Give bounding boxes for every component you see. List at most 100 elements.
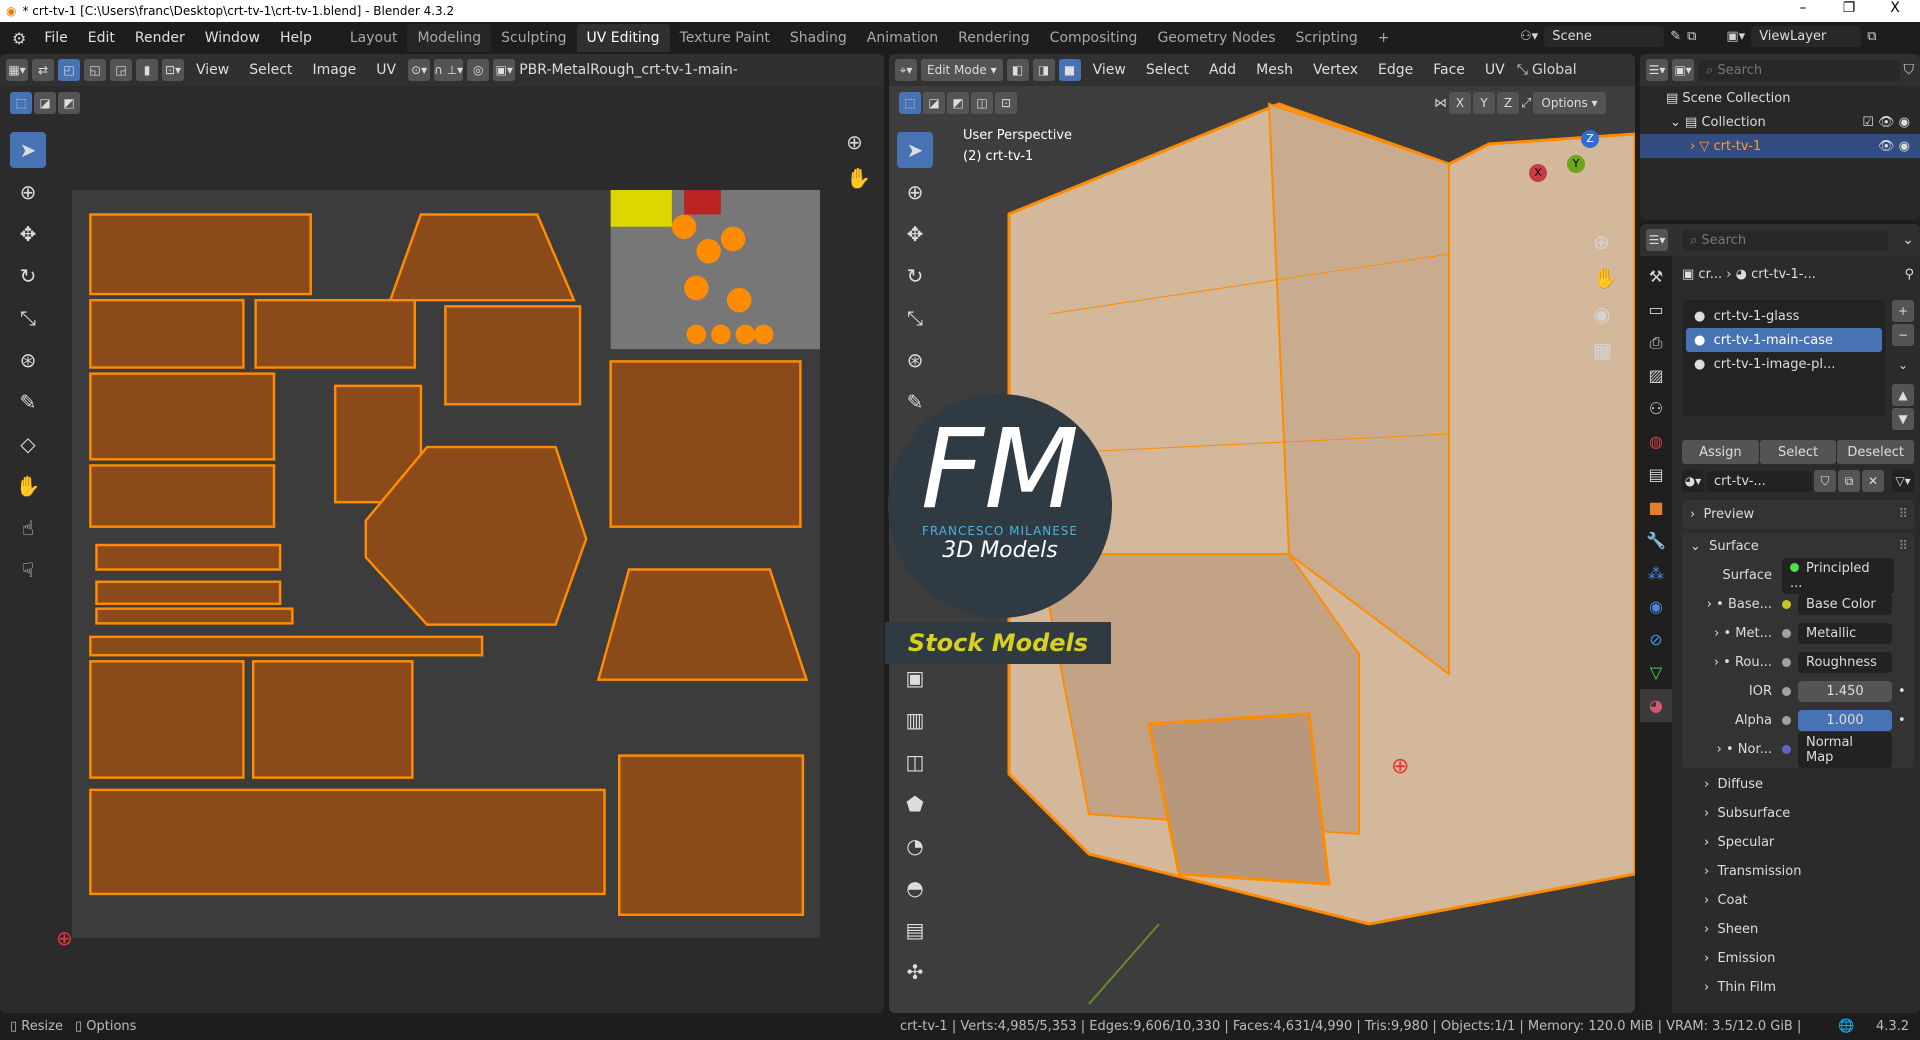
input-value-field[interactable]: 1.450 [1798,681,1892,702]
gizmo-z-axis[interactable]: Z [1581,130,1599,148]
view-layer-selector[interactable]: ViewLayer [1751,26,1862,47]
tab-compositing[interactable]: Compositing [1040,24,1148,52]
object-row-crt-tv-1[interactable]: › ▽ crt-tv-1 👁 ◉ [1640,134,1920,158]
tab-rendering[interactable]: Rendering [948,24,1040,52]
pinch-tool-icon[interactable]: ☟ [10,552,46,588]
mode-selector[interactable]: Edit Mode ▾ [921,59,1003,81]
viewport-menu-add[interactable]: Add [1201,62,1244,78]
pan-view-icon[interactable]: ✋ [1593,260,1618,296]
gizmo-x-axis[interactable]: X [1529,164,1547,182]
uv-texture-canvas[interactable] [72,190,820,938]
pivot-icon[interactable]: ⊙▾ [408,59,431,81]
link-type-icon[interactable]: ▽▾ [1892,470,1914,492]
snap-icon[interactable]: ∩ ⊥▾ [434,59,464,81]
subpanel-thin-film[interactable]: › Thin Film [1682,973,1914,1002]
loop-cut-tool-icon[interactable]: ▥ [897,702,933,738]
camera-view-icon[interactable]: ◉ [1593,296,1618,332]
select-extend-icon[interactable]: ◪ [34,92,56,114]
material-tab-icon[interactable]: ◕ [1640,689,1672,722]
deselect-button[interactable]: Deselect [1837,440,1915,464]
rotate-tool-icon[interactable]: ↻ [897,258,933,294]
rotate-tool-icon[interactable]: ↻ [10,258,46,294]
scale-tool-icon[interactable]: ⤡ [10,300,46,336]
language-icon[interactable]: 🌐 [1838,1019,1854,1034]
socket-icon[interactable] [1782,716,1791,725]
subpanel-specular[interactable]: › Specular [1682,828,1914,857]
move-slot-down-button[interactable]: ▼ [1892,408,1914,430]
vertex-mode-icon[interactable]: ◧ [1006,59,1029,81]
navigation-gizmo[interactable]: Z Y X [1529,130,1629,230]
select-tool-icon[interactable]: ➤ [897,132,933,168]
grab-tool-icon[interactable]: ✋ [10,468,46,504]
viewport-menu-mesh[interactable]: Mesh [1248,62,1301,78]
surface-panel-header[interactable]: ⌄ Surface ⠿ [1682,532,1914,561]
cursor-tool-icon[interactable]: ⊕ [10,174,46,210]
select-box-icon[interactable]: ⬚ [10,92,32,114]
material-name-field[interactable]: crt-tv-... [1706,470,1812,492]
output-tab-icon[interactable]: ⎙ [1640,326,1672,359]
transform-orientation-icon[interactable]: ⤡ [1517,62,1528,78]
subpanel-subsurface[interactable]: › Subsurface [1682,799,1914,828]
input-value-field[interactable]: Normal Map [1798,731,1892,768]
scene-tab-icon[interactable]: ⚇ [1640,392,1672,425]
uv-menu-uv[interactable]: UV [368,62,404,78]
properties-search[interactable]: ⌕ Search [1682,229,1889,251]
select-box-icon[interactable]: ⬚ [899,92,921,114]
spin-tool-icon[interactable]: ◔ [897,828,933,864]
expand-icon[interactable]: ⌄ [1670,115,1685,130]
face-select-icon[interactable]: ◲ [110,59,132,81]
world-tab-icon[interactable]: ◍ [1640,425,1672,458]
input-value-field[interactable]: Metallic [1798,623,1892,644]
image-browse-icon[interactable]: ▣▾ [493,59,516,81]
mirror-x-toggle[interactable]: X [1449,92,1471,114]
uv-menu-image[interactable]: Image [304,62,364,78]
viewport-menu-uv[interactable]: UV [1477,62,1513,78]
proportional-edit-icon[interactable]: ◎ [467,59,490,81]
fake-user-icon[interactable]: ⛉ [1814,470,1836,492]
zoom-view-icon[interactable]: ⊕ [846,130,863,154]
visibility-icons[interactable]: 👁 ◉ [1878,139,1920,154]
modifier-tab-icon[interactable]: 🔧 [1640,524,1672,557]
minimize-button[interactable]: – [1780,0,1826,16]
add-slot-button[interactable]: + [1892,300,1914,322]
blender-logo-icon[interactable]: ⚙ [12,29,26,48]
tab-uv-editing[interactable]: UV Editing [576,24,670,52]
move-slot-up-button[interactable]: ▲ [1892,384,1914,406]
move-tool-icon[interactable]: ✥ [897,216,933,252]
menu-file[interactable]: File [34,30,77,46]
gizmo-y-axis[interactable]: Y [1567,155,1585,173]
pin-icon[interactable]: ✎ [1670,29,1681,44]
sticky-select-icon[interactable]: ⊡▾ [162,59,184,81]
inset-tool-icon[interactable]: ▣ [897,660,933,696]
socket-icon[interactable] [1782,687,1791,696]
editor-type-icon[interactable]: ▦▾ [6,59,28,81]
scene-selector[interactable]: Scene [1544,26,1665,47]
remove-slot-button[interactable]: − [1892,324,1914,346]
mirror-y-toggle[interactable]: Y [1473,92,1495,114]
data-tab-icon[interactable]: ▽ [1640,656,1672,689]
socket-icon[interactable] [1782,658,1791,667]
tab-shading[interactable]: Shading [780,24,857,52]
collection-row[interactable]: ⌄ ▤ Collection ☑ 👁 ◉ [1640,110,1920,134]
move-tool-icon[interactable]: ✥ [10,216,46,252]
duplicate-material-icon[interactable]: ⧉ [1838,470,1860,492]
drag-handle-icon[interactable]: ⠿ [1898,539,1914,554]
assign-button[interactable]: Assign [1682,440,1759,464]
tab-geometry-nodes[interactable]: Geometry Nodes [1147,24,1285,52]
menu-edit[interactable]: Edit [78,30,125,46]
view-layer-icon[interactable]: ▣▾ [1726,29,1745,44]
orientation-selector[interactable]: Global [1532,62,1577,78]
scene-collection-row[interactable]: ▤ Scene Collection [1640,86,1920,110]
vertex-select-icon[interactable]: ◰ [58,59,80,81]
viewport-menu-edge[interactable]: Edge [1370,62,1421,78]
knife-tool-icon[interactable]: ◫ [897,744,933,780]
3d-cursor-icon[interactable]: ⊕ [1391,754,1409,779]
drag-handle-icon[interactable]: ⠿ [1898,507,1914,522]
sync-selection-icon[interactable]: ⇄ [32,59,54,81]
subpanel-emission[interactable]: › Emission [1682,944,1914,973]
new-scene-icon[interactable]: ⧉ [1687,29,1696,44]
mirror-z-toggle[interactable]: Z [1497,92,1519,114]
tool-tab-icon[interactable]: ⚒ [1640,260,1672,293]
viewport-menu-face[interactable]: Face [1425,62,1473,78]
select-subtract-icon[interactable]: ◩ [58,92,80,114]
